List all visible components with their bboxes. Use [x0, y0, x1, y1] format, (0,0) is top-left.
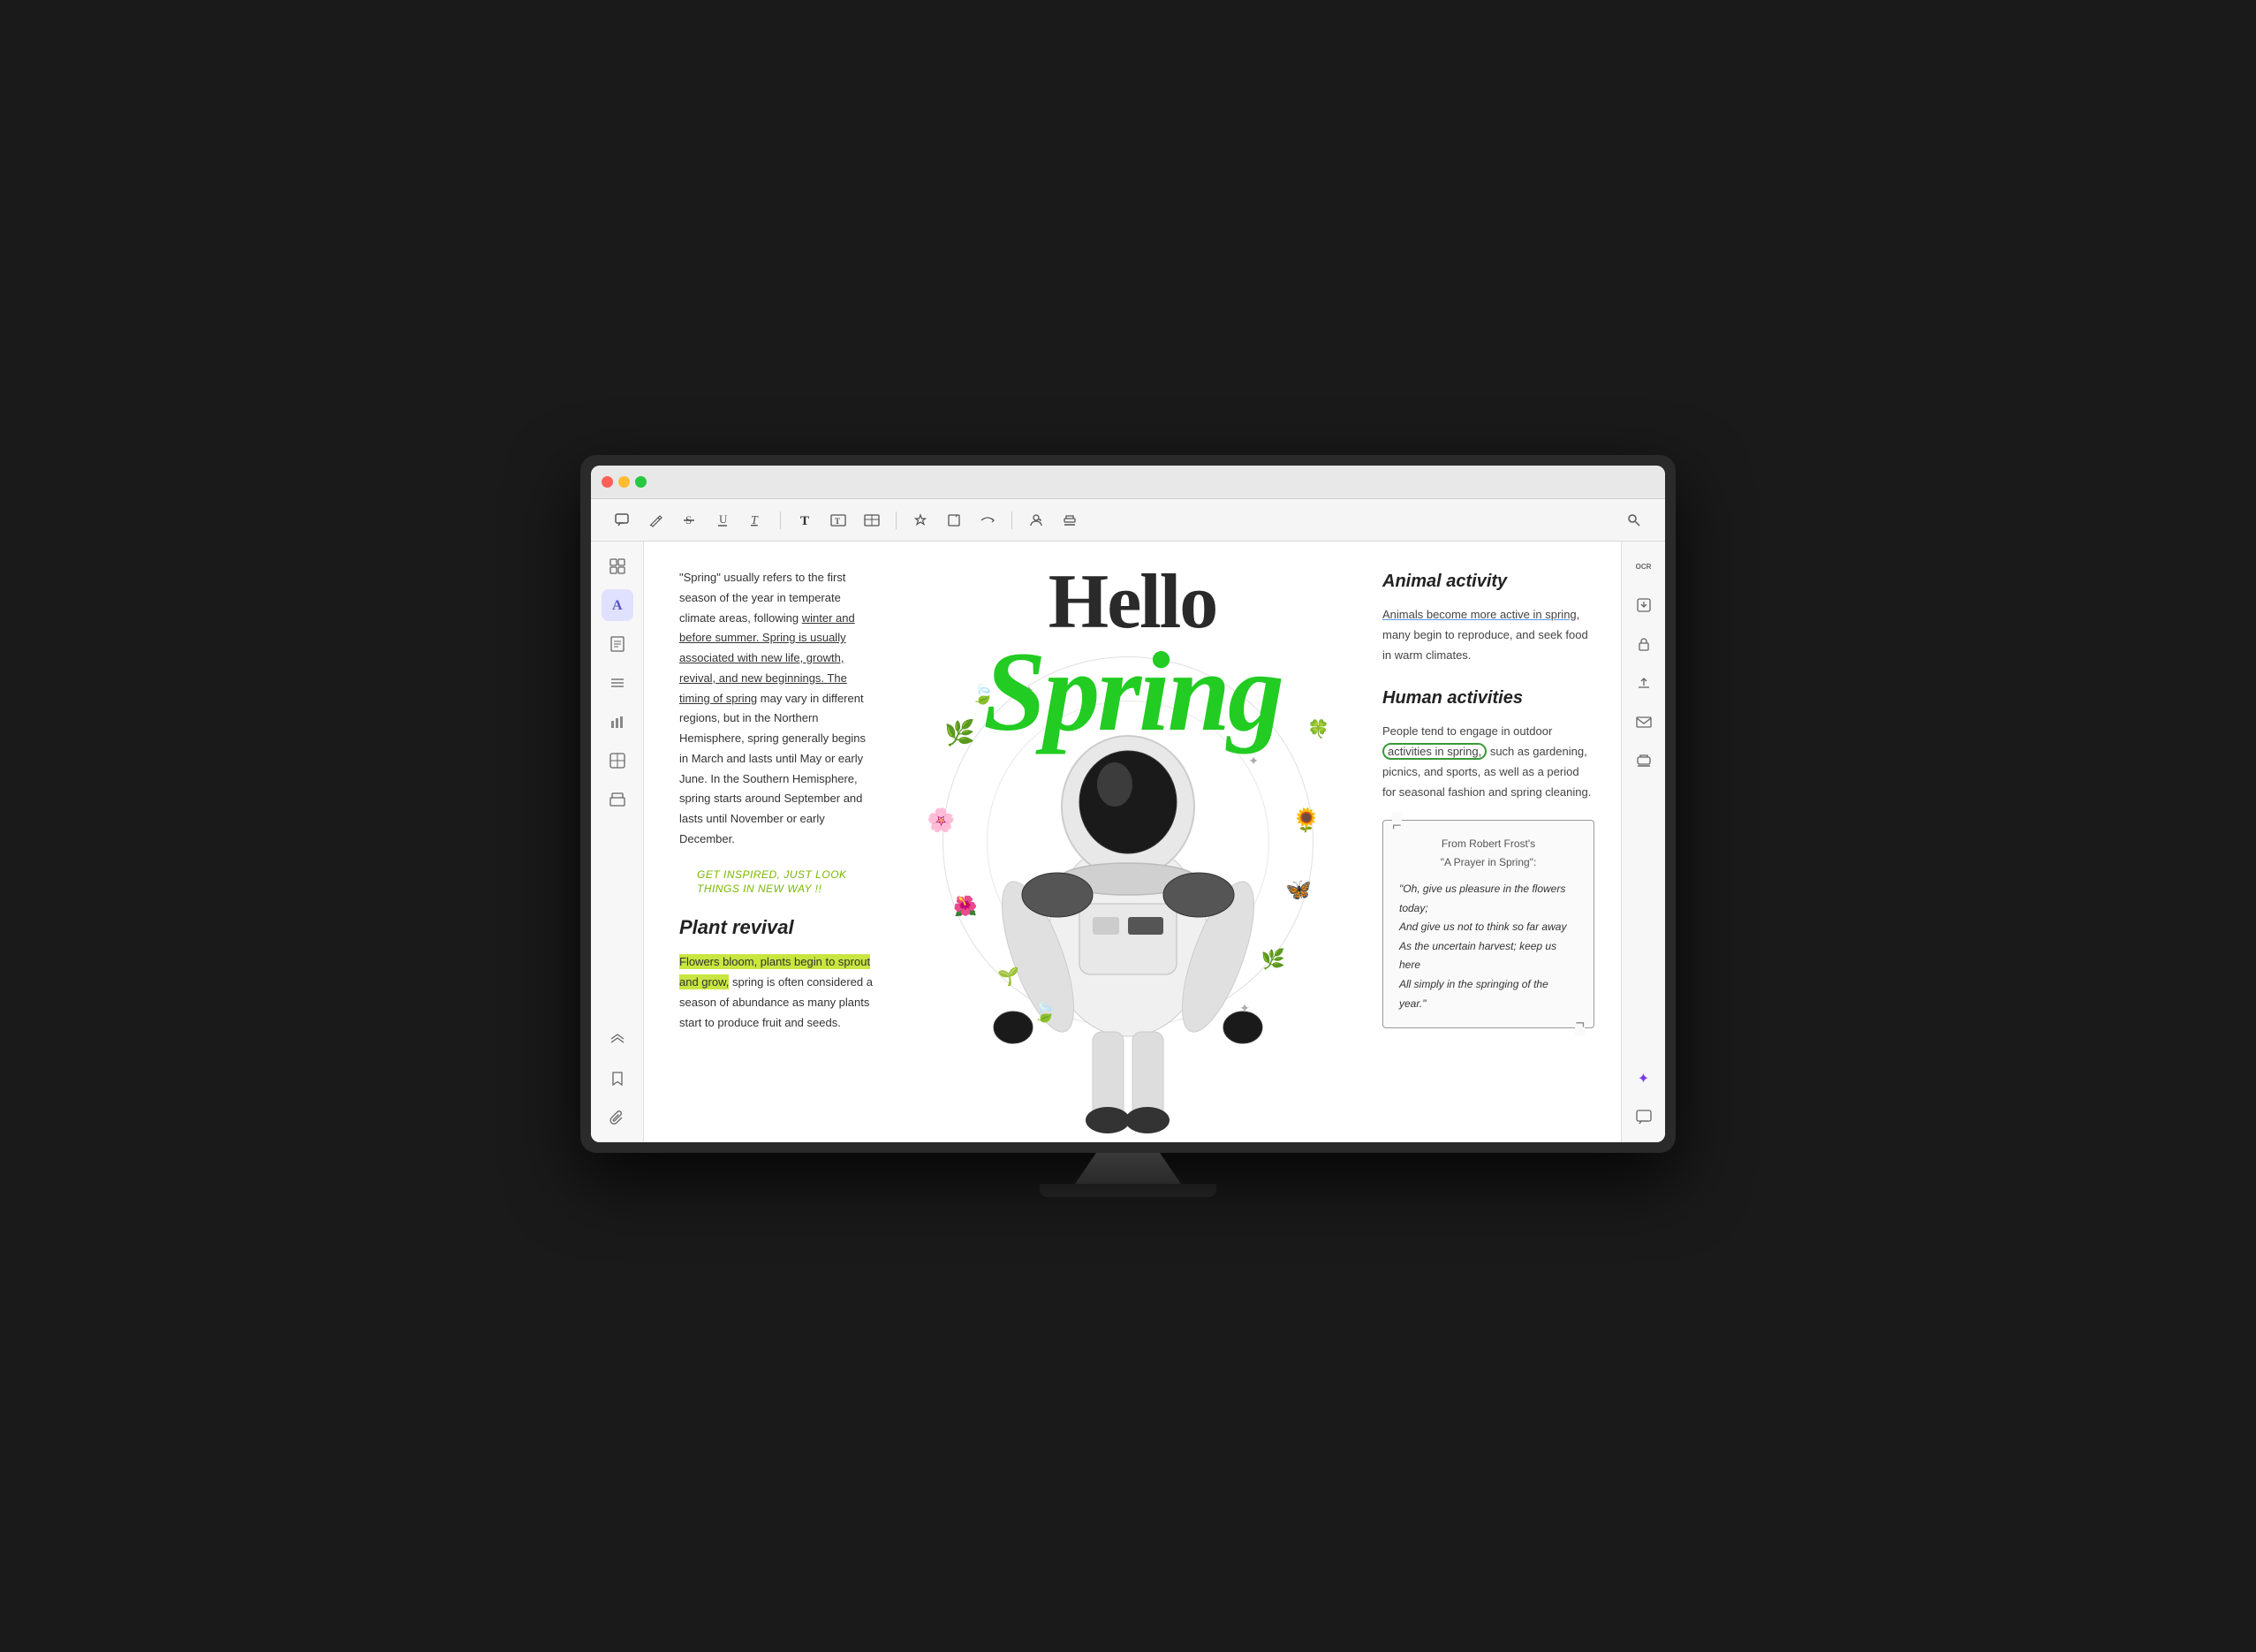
handwritten-note: Get inspired, just lookthings in new way… — [697, 868, 874, 898]
leaf-green-2: 🌿 — [1261, 948, 1285, 971]
left-column: "Spring" usually refers to the first sea… — [644, 542, 891, 1142]
sidebar-chart[interactable] — [602, 706, 633, 738]
toolbar: S U T T — [591, 499, 1665, 542]
sidebar-layers[interactable] — [602, 784, 633, 815]
left-sidebar: A — [591, 542, 644, 1142]
sidebar-layers-bottom[interactable] — [602, 1024, 633, 1056]
right-sidebar-export[interactable] — [1628, 589, 1660, 621]
sidebar-bookmark[interactable] — [602, 1063, 633, 1095]
content-grid: "Spring" usually refers to the first sea… — [644, 542, 1621, 1142]
quote-box: From Robert Frost's"A Prayer in Spring":… — [1382, 820, 1594, 1028]
comment-tool[interactable] — [609, 507, 635, 534]
svg-text:T: T — [835, 517, 840, 526]
minimize-button[interactable] — [618, 476, 630, 488]
traffic-lights — [602, 476, 647, 488]
underlined-text-1: winter and before summer. Spring is usua… — [679, 611, 855, 705]
butterfly: 🦋 — [1285, 877, 1312, 903]
monitor-base — [1040, 1184, 1216, 1197]
animal-activity-title: Animal activity — [1382, 566, 1594, 596]
human-activities-text: People tend to engage in outdoor activit… — [1382, 722, 1594, 802]
screen: S U T T — [591, 466, 1665, 1142]
highlighted-activities: activities in spring, — [1382, 743, 1487, 760]
animal-underlined: Animals become more active in spring, — [1382, 608, 1579, 621]
pen-tool[interactable] — [642, 507, 669, 534]
stamp-tool[interactable] — [1056, 507, 1083, 534]
flower-leaf-2: 🍀 — [1307, 718, 1329, 740]
text-format-tool[interactable]: T — [743, 507, 769, 534]
sidebar-attachment[interactable] — [602, 1102, 633, 1133]
flower-small-1: 🌱 — [997, 966, 1019, 988]
highlight-tool[interactable] — [907, 507, 934, 534]
sidebar-text[interactable]: A — [602, 589, 633, 621]
underline-tool[interactable]: U — [709, 507, 736, 534]
svg-text:T: T — [751, 514, 759, 527]
toolbar-separator-2 — [896, 512, 897, 529]
sparkle-1: ✦ — [1024, 683, 1034, 698]
maximize-button[interactable] — [635, 476, 647, 488]
sidebar-grid[interactable] — [602, 745, 633, 777]
right-sidebar-ai[interactable]: ✦ — [1628, 1063, 1660, 1095]
sidebar-thumbnails[interactable] — [602, 550, 633, 582]
text-tool[interactable]: T — [791, 507, 818, 534]
right-sidebar-chat[interactable] — [1628, 1102, 1660, 1133]
flower-orange: 🌸 — [927, 807, 955, 834]
textbox-tool[interactable]: T — [825, 507, 852, 534]
highlighted-text: Flowers bloom, plants begin to sprout an… — [679, 954, 870, 989]
right-sidebar-ocr[interactable]: OCR — [1628, 550, 1660, 582]
search-tool[interactable] — [1621, 507, 1647, 534]
flower-leaf-1: 🍃 — [971, 683, 995, 706]
quote-poem: "Oh, give us pleasure in the flowers tod… — [1399, 880, 1578, 1013]
toolbar-separator-3 — [1011, 512, 1012, 529]
monitor: S U T T — [580, 455, 1676, 1153]
main-content: "Spring" usually refers to the first sea… — [644, 542, 1621, 1142]
right-sidebar-lock[interactable] — [1628, 628, 1660, 660]
sparkle-2: ✦ — [1248, 754, 1259, 769]
right-sidebar-stamp[interactable] — [1628, 745, 1660, 777]
user-tool[interactable] — [1023, 507, 1049, 534]
page-canvas: "Spring" usually refers to the first sea… — [644, 542, 1621, 1142]
plant-revival-title: Plant revival — [679, 911, 874, 943]
animal-activity-text: Animals become more active in spring, ma… — [1382, 605, 1594, 665]
sidebar-notes[interactable] — [602, 628, 633, 660]
right-sidebar-upload[interactable] — [1628, 667, 1660, 699]
quote-source: From Robert Frost's"A Prayer in Spring": — [1399, 835, 1578, 871]
close-button[interactable] — [602, 476, 613, 488]
svg-text:U: U — [719, 513, 728, 526]
flower-yellow: 🌻 — [1292, 807, 1321, 834]
astronaut-figure — [978, 630, 1278, 1142]
right-sidebar-mail[interactable] — [1628, 706, 1660, 738]
human-activities-title: Human activities — [1382, 683, 1594, 713]
right-sidebar: OCR — [1621, 542, 1665, 1142]
flower-pink: 🌺 — [953, 895, 977, 918]
svg-text:T: T — [800, 514, 809, 527]
monitor-stand — [1075, 1153, 1181, 1184]
table-tool[interactable] — [859, 507, 885, 534]
leaf-green-1: 🍃 — [1033, 1001, 1056, 1024]
toolbar-separator-1 — [780, 512, 781, 529]
arc-tool[interactable] — [974, 507, 1001, 534]
svg-text:A: A — [612, 598, 623, 613]
titlebar — [591, 466, 1665, 499]
app-layout: A — [591, 542, 1665, 1142]
flower-blue: 🌿 — [944, 718, 975, 747]
intro-paragraph: "Spring" usually refers to the first sea… — [679, 568, 874, 850]
sidebar-list[interactable] — [602, 667, 633, 699]
strikethrough-tool[interactable]: S — [676, 507, 702, 534]
center-column: 🌿 🍃 🌸 🌺 🌱 🍃 🌻 🍀 🦋 🌿 ✦ ✦ — [891, 542, 1365, 1142]
shape-tool[interactable] — [941, 507, 967, 534]
plant-revival-text: Flowers bloom, plants begin to sprout an… — [679, 952, 874, 1033]
sparkle-3: ✦ — [1239, 1001, 1250, 1016]
right-column: Animal activity Animals become more acti… — [1365, 542, 1621, 1142]
